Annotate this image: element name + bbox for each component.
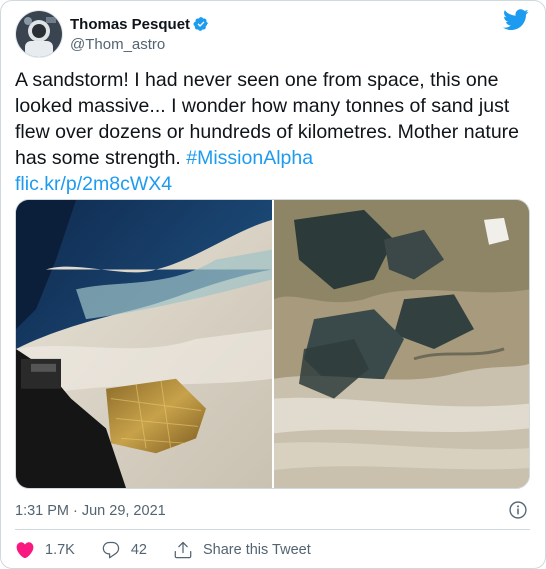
- photo-sandstorm-coast[interactable]: [16, 200, 272, 488]
- photo-sandstorm-coast-image: [16, 200, 272, 488]
- name-row: Thomas Pesquet: [70, 16, 209, 33]
- tweet-header: Thomas Pesquet @Thom_astro: [15, 10, 209, 58]
- like-button[interactable]: 1.7K: [15, 540, 75, 560]
- verified-badge-icon: [193, 17, 208, 31]
- flickr-link[interactable]: flic.kr/p/2m8cWX4: [15, 173, 172, 195]
- tweet-text: A sandstorm! I had never seen one from s…: [15, 67, 530, 197]
- tweet-actions: 1.7K 42 Share this Tweet: [15, 539, 311, 561]
- share-icon: [174, 541, 192, 559]
- media-grid: [15, 199, 530, 489]
- tweet-time[interactable]: 1:31 PM: [15, 503, 69, 519]
- reply-icon: [102, 541, 120, 559]
- author-display-name[interactable]: Thomas Pesquet: [70, 16, 190, 33]
- divider: [15, 529, 530, 530]
- info-icon[interactable]: [508, 500, 528, 520]
- share-button[interactable]: Share this Tweet: [173, 540, 311, 560]
- tweet-meta: 1:31 PM · Jun 29, 2021: [15, 500, 530, 522]
- reply-count: 42: [130, 542, 147, 558]
- meta-separator: ·: [73, 503, 78, 519]
- heart-icon: [16, 542, 34, 559]
- photo-sandstorm-desert[interactable]: [274, 200, 529, 488]
- reply-button[interactable]: 42: [101, 540, 147, 560]
- author-handle[interactable]: @Thom_astro: [70, 36, 209, 53]
- share-label: Share this Tweet: [202, 542, 311, 558]
- author-names: Thomas Pesquet @Thom_astro: [70, 16, 209, 53]
- tweet-card: Thomas Pesquet @Thom_astro A sandstorm! …: [0, 0, 546, 569]
- like-count: 1.7K: [45, 542, 75, 558]
- avatar[interactable]: [15, 10, 63, 58]
- photo-sandstorm-desert-image: [274, 200, 529, 488]
- hashtag-link[interactable]: #MissionAlpha: [186, 147, 313, 169]
- twitter-logo-icon[interactable]: [503, 9, 529, 31]
- tweet-date[interactable]: Jun 29, 2021: [82, 503, 166, 519]
